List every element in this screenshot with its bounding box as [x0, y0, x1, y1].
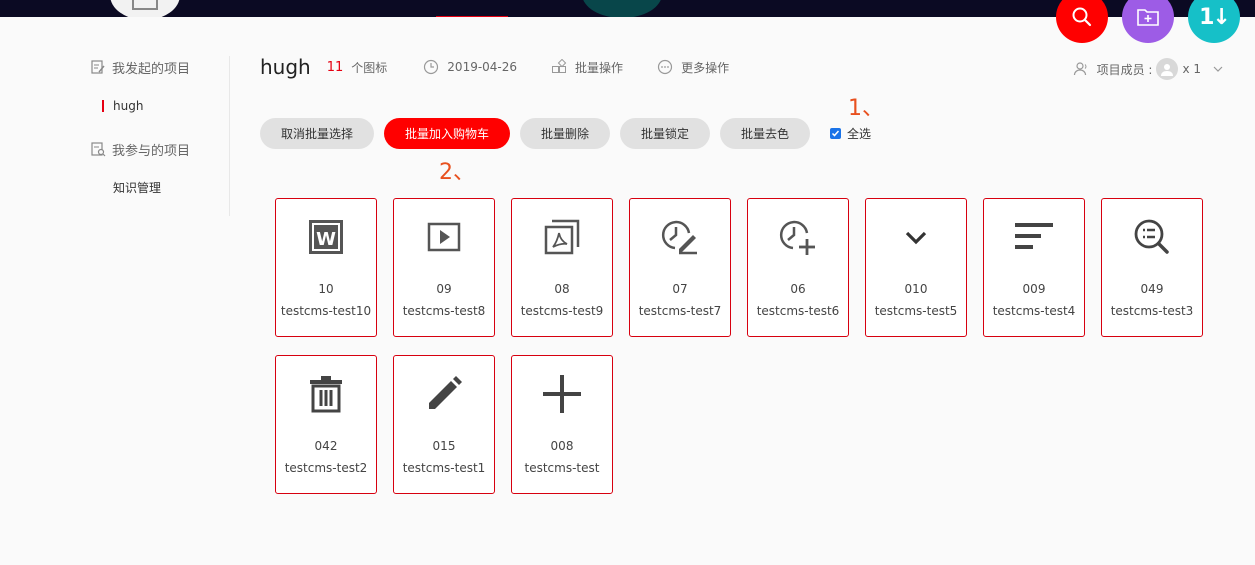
- svg-text:W: W: [316, 229, 336, 250]
- pencil-icon: [429, 376, 462, 409]
- chevron-down-icon[interactable]: [1211, 64, 1225, 74]
- icon-name: testcms-test3: [1110, 304, 1194, 318]
- icon-name: testcms-test10: [280, 304, 372, 318]
- project-header: hugh 11 个图标 2019-04-26 批量操作 更多操作 项目成员 : …: [260, 52, 1225, 82]
- clock-edit-icon: [661, 220, 697, 255]
- icon-name: testcms-test9: [520, 304, 604, 318]
- sort-button[interactable]: 1↓: [1188, 0, 1240, 43]
- icon-card[interactable]: 049 testcms-test3: [1101, 198, 1203, 337]
- batch-lock-button[interactable]: 批量锁定: [620, 118, 710, 149]
- icon-card[interactable]: 009 testcms-test4: [983, 198, 1085, 337]
- created-date: 2019-04-26: [423, 59, 517, 75]
- sidebar-heading-label: 我参与的项目: [112, 143, 191, 159]
- members-icon: [1073, 62, 1087, 76]
- more-icon: [657, 59, 673, 75]
- plus-icon: [543, 375, 581, 413]
- icon-card[interactable]: 008 testcms-test: [511, 355, 613, 494]
- page-title: hugh: [260, 55, 311, 79]
- icon-name: testcms-test2: [284, 461, 368, 475]
- icon-name: testcms-test4: [992, 304, 1076, 318]
- trash-icon: [310, 376, 342, 413]
- select-all-label: 全选: [847, 127, 872, 141]
- cancel-batch-button[interactable]: 取消批量选择: [260, 118, 374, 149]
- add-to-cart-button[interactable]: 批量加入购物车: [384, 118, 510, 149]
- annotation-2: 2、: [439, 160, 475, 185]
- more-operation-link[interactable]: 更多操作: [657, 59, 729, 76]
- icon-number: 07: [672, 282, 688, 296]
- icon-card[interactable]: 09 testcms-test8: [393, 198, 495, 337]
- icon-name: testcms-test7: [638, 304, 722, 318]
- avatar[interactable]: [1156, 58, 1179, 80]
- sidebar: 我发起的项目 hugh 我参与的项目 知识管理: [90, 56, 230, 216]
- icon-count: 11: [326, 59, 344, 75]
- members-count: x 1: [1182, 62, 1201, 76]
- icon-card[interactable]: 015 testcms-test1: [393, 355, 495, 494]
- play-icon: [427, 222, 461, 252]
- batch-action-bar: 取消批量选择 批量加入购物车 批量删除 批量锁定 批量去色 全选: [260, 118, 871, 149]
- icon-card[interactable]: 042 testcms-test2: [275, 355, 377, 494]
- new-folder-button[interactable]: [1122, 0, 1174, 43]
- search-doc-icon: [91, 142, 106, 157]
- icon-number: 09: [436, 282, 452, 296]
- grid-icon: [552, 59, 567, 73]
- sidebar-heading-label: 我发起的项目: [112, 61, 191, 77]
- icon-name: testcms-test6: [756, 304, 840, 318]
- checkbox-icon[interactable]: [830, 128, 841, 139]
- icon-card[interactable]: 010 testcms-test5: [865, 198, 967, 337]
- chevron-down-icon: [905, 231, 927, 245]
- nav-active-indicator: [436, 16, 508, 17]
- icon-number: 06: [790, 282, 806, 296]
- pdf-icon: [544, 219, 580, 255]
- icon-name: testcms-test8: [402, 304, 486, 318]
- icon-card[interactable]: 07 testcms-test7: [629, 198, 731, 337]
- logo-icon[interactable]: [110, 0, 180, 17]
- icon-number: 049: [1140, 282, 1164, 296]
- icon-card[interactable]: W 10 testcms-test10: [275, 198, 377, 337]
- search-icon: [1072, 7, 1092, 27]
- batch-delete-button[interactable]: 批量删除: [520, 118, 610, 149]
- clock-icon: [424, 59, 439, 75]
- members-label: 项目成员 :: [1096, 62, 1153, 77]
- project-members[interactable]: 项目成员 : x 1: [1073, 58, 1225, 80]
- icon-name: testcms-test5: [874, 304, 958, 318]
- more-operation-label: 更多操作: [681, 60, 730, 75]
- sidebar-heading-my-projects: 我发起的项目: [90, 56, 229, 78]
- icon-number: 08: [554, 282, 570, 296]
- sidebar-item-hugh[interactable]: hugh: [90, 96, 229, 116]
- batch-decolor-button[interactable]: 批量去色: [720, 118, 810, 149]
- icon-number: 009: [1022, 282, 1046, 296]
- text-align-icon: [1015, 223, 1053, 249]
- sidebar-heading-joined-projects: 我参与的项目: [90, 138, 229, 160]
- icon-number: 008: [550, 439, 574, 453]
- icon-name: testcms-test1: [402, 461, 486, 475]
- icon-number: 010: [904, 282, 928, 296]
- sort-icon: 1↓: [1199, 4, 1231, 30]
- nav-avatar[interactable]: [582, 0, 662, 17]
- icon-number: 042: [314, 439, 338, 453]
- sidebar-item-knowledge[interactable]: 知识管理: [90, 178, 229, 198]
- word-icon: W: [309, 220, 343, 254]
- icon-number: 10: [318, 282, 334, 296]
- icon-card[interactable]: 08 testcms-test9: [511, 198, 613, 337]
- search-button[interactable]: [1056, 0, 1108, 43]
- icon-name: testcms-test: [524, 461, 600, 475]
- icon-number: 015: [432, 439, 456, 453]
- folder-add-icon: [1137, 9, 1159, 26]
- date-label: 2019-04-26: [447, 60, 518, 74]
- clock-add-icon: [779, 220, 815, 255]
- icon-count-label: 个图标: [351, 60, 388, 75]
- search-list-icon: [1134, 219, 1169, 254]
- batch-operation-link[interactable]: 批量操作: [551, 59, 623, 76]
- select-all-checkbox[interactable]: 全选: [830, 125, 871, 142]
- icon-card[interactable]: 06 testcms-test6: [747, 198, 849, 337]
- batch-operation-label: 批量操作: [575, 60, 624, 75]
- edit-doc-icon: [91, 60, 105, 74]
